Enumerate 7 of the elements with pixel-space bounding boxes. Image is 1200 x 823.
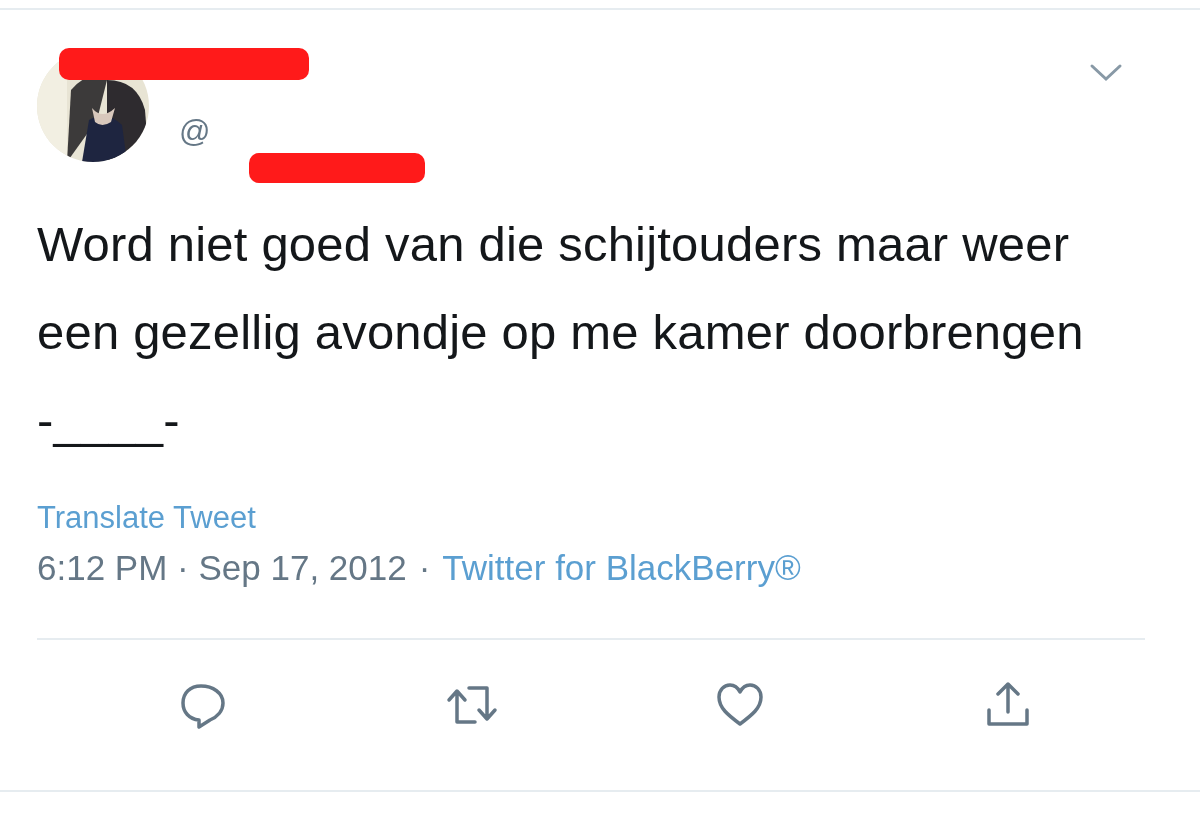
timestamp: 6:12 PM · Sep 17, 2012 — [37, 548, 407, 588]
translate-link[interactable]: Translate Tweet — [37, 500, 256, 536]
source-link[interactable]: Twitter for BlackBerry® — [442, 548, 801, 588]
tweet-text: Word niet goed van die schijtouders maar weer een gezellig avondje op me kamer doorbrengen -____- — [37, 216, 1085, 449]
user-handle: @ — [179, 114, 211, 149]
separator-dot: · — [418, 548, 431, 588]
chevron-down-icon[interactable] — [1089, 62, 1123, 84]
